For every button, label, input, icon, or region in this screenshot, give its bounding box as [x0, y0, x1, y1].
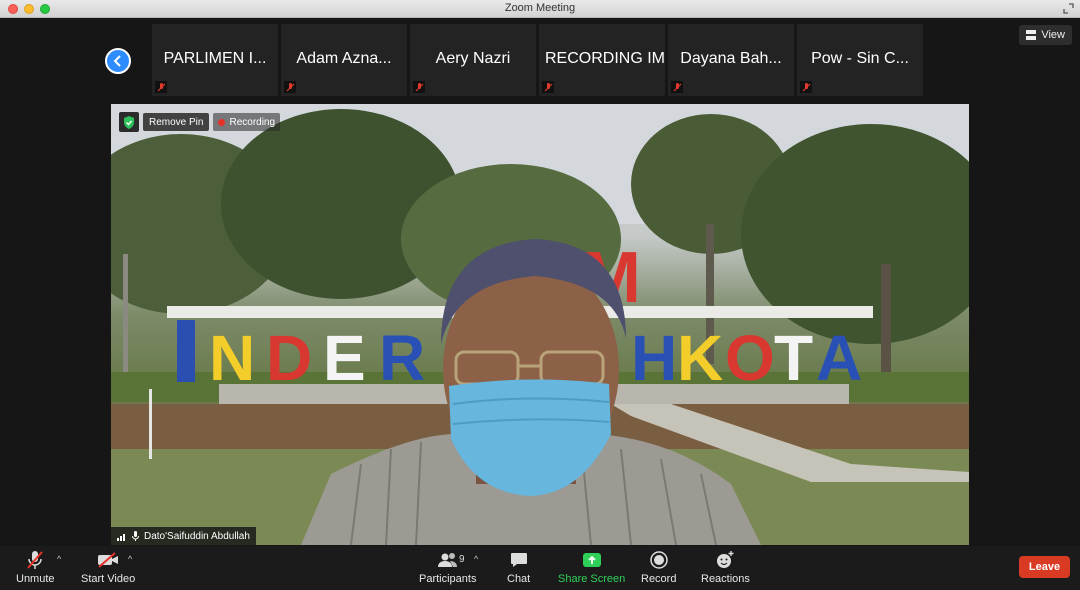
share-screen-label: Share Screen — [558, 573, 626, 585]
participant-strip: PARLIMEN I... Adam Azna... Aery Nazri RE… — [152, 24, 923, 96]
speaker-name: Dato'Saifuddin Abdullah — [144, 530, 250, 542]
remove-pin-button[interactable]: Remove Pin — [143, 113, 210, 131]
meeting-toolbar: Unmute ^ Start Video ^ Participants 9 ^ … — [0, 546, 1080, 590]
participant-name: Pow - Sin C... — [811, 50, 909, 67]
grid-view-icon — [1026, 30, 1037, 40]
participant-tile[interactable]: Adam Azna... — [281, 24, 407, 96]
muted-mic-icon — [671, 81, 683, 93]
participant-count: 9 — [459, 554, 465, 565]
share-screen-button[interactable]: Share Screen — [558, 550, 625, 585]
muted-microphone-icon — [27, 551, 44, 569]
chat-label: Chat — [507, 573, 531, 585]
chevron-left-icon — [113, 55, 121, 67]
participant-tile[interactable]: Dayana Bah... — [668, 24, 794, 96]
pinned-video[interactable]: N D E R M H K O T A — [111, 104, 969, 545]
encryption-shield-icon[interactable] — [119, 112, 139, 132]
start-video-label: Start Video — [81, 573, 136, 585]
chat-button[interactable]: Chat — [507, 550, 530, 585]
record-label: Record — [641, 573, 677, 585]
participant-name: PARLIMEN I... — [163, 50, 267, 67]
participants-label: Participants — [419, 573, 477, 585]
participant-tile[interactable]: Pow - Sin C... — [797, 24, 923, 96]
reactions-button[interactable]: Reactions — [701, 550, 750, 585]
unmute-label: Unmute — [16, 573, 55, 585]
recording-dot-icon — [218, 118, 226, 126]
share-screen-icon — [582, 553, 601, 567]
participants-options-caret-icon[interactable]: ^ — [474, 554, 478, 564]
video-off-icon — [98, 552, 119, 568]
window-title: Zoom Meeting — [504, 2, 576, 14]
muted-mic-icon — [155, 81, 167, 93]
muted-mic-icon — [413, 81, 425, 93]
participant-name: Aery Nazri — [435, 50, 511, 67]
speaker-name-label: Dato'Saifuddin Abdullah — [111, 527, 256, 545]
participant-name: RECORDING IM — [545, 50, 665, 67]
participant-name: Dayana Bah... — [680, 50, 782, 67]
muted-mic-icon — [284, 81, 296, 93]
speaker-figure — [301, 239, 761, 545]
participant-name: Adam Azna... — [296, 50, 392, 67]
previous-page-button[interactable] — [105, 48, 131, 74]
view-button[interactable]: View — [1019, 25, 1072, 45]
record-button[interactable]: Record — [641, 550, 676, 585]
participant-tile[interactable]: RECORDING IM — [539, 24, 665, 96]
recording-indicator: Recording — [213, 113, 281, 131]
smiley-plus-icon — [717, 551, 734, 568]
video-overlay-badges: Remove Pin Recording — [119, 112, 281, 132]
recording-label: Recording — [229, 116, 276, 128]
signal-strength-icon — [117, 533, 125, 541]
participant-tile[interactable]: Aery Nazri — [410, 24, 536, 96]
leave-button[interactable]: Leave — [1019, 556, 1070, 578]
microphone-icon — [132, 531, 139, 541]
reactions-label: Reactions — [701, 573, 750, 585]
chat-bubble-icon — [510, 553, 527, 567]
participants-icon — [437, 553, 457, 567]
video-options-caret-icon[interactable]: ^ — [128, 554, 132, 564]
fullscreen-icon[interactable] — [1063, 3, 1074, 14]
participants-button[interactable]: Participants — [419, 550, 476, 585]
muted-mic-icon — [542, 81, 554, 93]
unmute-button[interactable]: Unmute — [16, 550, 55, 585]
view-button-label: View — [1041, 29, 1065, 41]
title-bar: Zoom Meeting — [0, 0, 1080, 18]
participant-tile[interactable]: PARLIMEN I... — [152, 24, 278, 96]
meeting-area: View PARLIMEN I... Adam Azna... Aery Naz… — [0, 18, 1080, 546]
muted-mic-icon — [800, 81, 812, 93]
record-icon — [649, 551, 668, 569]
audio-options-caret-icon[interactable]: ^ — [57, 554, 61, 564]
